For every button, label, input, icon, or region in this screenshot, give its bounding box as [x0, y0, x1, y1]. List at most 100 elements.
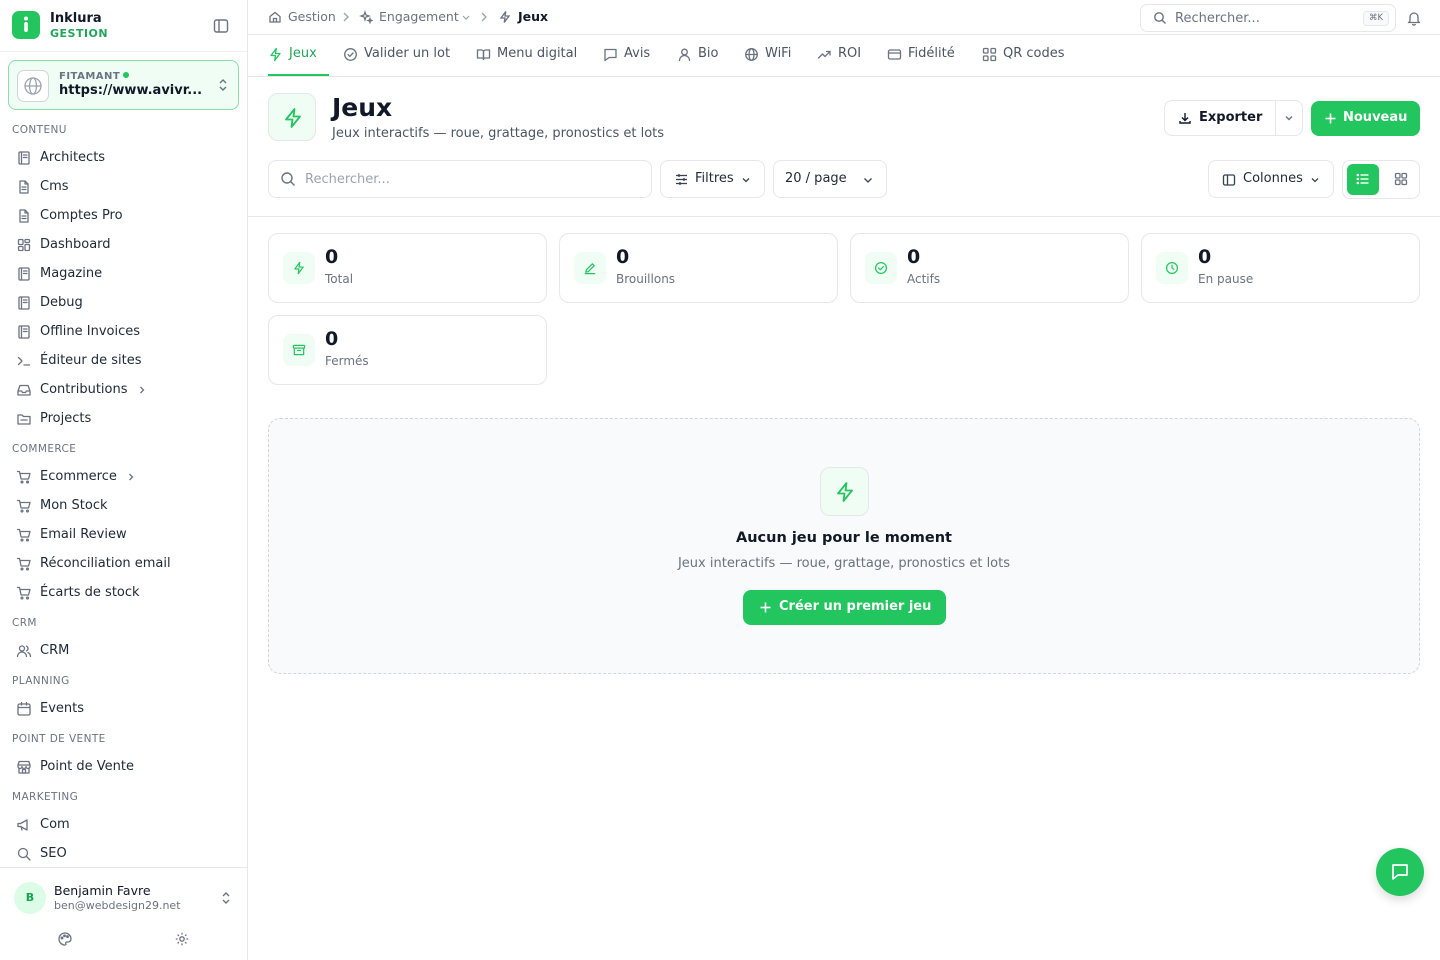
stat-value: 0	[325, 328, 339, 350]
sidebar-item[interactable]: Offline Invoices	[8, 319, 238, 345]
sidebar-item[interactable]: Écarts de stock	[8, 580, 238, 606]
new-button[interactable]: Nouveau	[1311, 101, 1420, 136]
grid-view-button[interactable]	[1385, 164, 1417, 195]
export-label: Exporter	[1199, 110, 1263, 125]
zap-icon	[283, 252, 315, 284]
list-search-input[interactable]	[305, 170, 625, 188]
user-name: Benjamin Favre	[54, 883, 151, 898]
sidebar-item[interactable]: SEO	[8, 841, 238, 867]
sidebar-item-label: Comptes Pro	[40, 208, 123, 223]
search-icon	[1153, 11, 1167, 25]
sidebar-section-title: POINT DE VENTE	[12, 733, 106, 745]
per-page-select[interactable]: 20 / page	[773, 160, 887, 198]
create-first-game-button[interactable]: Créer un premier jeu	[743, 590, 946, 625]
sidebar-item-label: Réconciliation email	[40, 556, 171, 571]
gear-icon[interactable]	[174, 931, 190, 947]
sidebar-section-title: CONTENU	[12, 124, 67, 136]
palette-icon[interactable]	[57, 931, 73, 947]
cart-icon	[16, 585, 32, 601]
sidebar-item[interactable]: Mon Stock	[8, 493, 238, 519]
stat-label: Fermés	[325, 354, 369, 368]
chat-button[interactable]	[1376, 848, 1424, 896]
sidebar-section-title: CRM	[12, 617, 37, 629]
sidebar-item-label: Com	[40, 817, 70, 832]
sidebar-item[interactable]: Point de Vente	[8, 754, 238, 780]
sidebar-item[interactable]: Éditeur de sites	[8, 348, 238, 374]
empty-title: Aucun jeu pour le moment	[736, 530, 952, 546]
sidebar-item[interactable]: Dashboard	[8, 232, 238, 258]
site-switcher[interactable]: FITAMANT https://www.avivr...	[8, 60, 239, 110]
user-menu[interactable]: B Benjamin Favre ben@webdesign29.net	[0, 867, 247, 960]
chevron-right-icon[interactable]	[136, 384, 148, 396]
sidebar-item[interactable]: CRM	[8, 638, 238, 664]
search-icon	[280, 171, 296, 187]
sidebar-item-label: Events	[40, 701, 85, 716]
sidebar: Inklura GESTION FITAMANT https://www.avi…	[0, 0, 248, 960]
trending-up-icon	[817, 47, 832, 62]
bell-icon[interactable]	[1406, 10, 1422, 26]
stat-card: 0 En pause	[1141, 233, 1420, 303]
plus-icon	[759, 601, 772, 614]
sidebar-item[interactable]: Debug	[8, 290, 238, 316]
columns-label: Colonnes	[1243, 171, 1303, 186]
sidebar-item[interactable]: Magazine	[8, 261, 238, 287]
sidebar-nav: CONTENU Architects Cms Comptes Pro Dashboard…	[0, 118, 247, 867]
breadcrumb-home[interactable]: Gestion	[288, 9, 336, 24]
cart-icon	[16, 527, 32, 543]
sidebar-item-label: CRM	[40, 643, 70, 658]
sidebar-item[interactable]: Réconciliation email	[8, 551, 238, 577]
zap-icon	[820, 467, 869, 516]
stat-card: 0 Fermés	[268, 315, 547, 385]
global-search-input[interactable]	[1175, 8, 1355, 28]
chevron-right-icon[interactable]	[125, 471, 137, 483]
empty-subtitle: Jeux interactifs — roue, grattage, prono…	[677, 556, 1011, 571]
list-search[interactable]	[268, 160, 652, 198]
brand[interactable]: Inklura GESTION	[12, 11, 236, 41]
sidebar-item-label: Architects	[40, 150, 106, 165]
sidebar-item[interactable]: Comptes Pro	[8, 203, 238, 229]
columns-button[interactable]: Colonnes	[1208, 160, 1334, 198]
sidebar-item-label: Projects	[40, 411, 92, 426]
cart-icon	[16, 498, 32, 514]
sidebar-item[interactable]: Com	[8, 812, 238, 838]
sidebar-section-title: MARKETING	[12, 791, 79, 803]
tab-label: QR codes	[1003, 46, 1065, 61]
sidebar-item[interactable]: Projects	[8, 406, 238, 432]
sidebar-item[interactable]: Email Review	[8, 522, 238, 548]
store-icon	[16, 759, 32, 775]
sidebar-item-label: Écarts de stock	[40, 585, 140, 600]
sidebar-item-label: Point de Vente	[40, 759, 135, 774]
page-subtitle: Jeux interactifs — roue, grattage, prono…	[332, 126, 665, 141]
sidebar-item[interactable]: Events	[8, 696, 238, 722]
sidebar-item-label: Ecommerce	[40, 469, 117, 484]
file-icon	[16, 179, 32, 195]
chevron-down-icon[interactable]	[461, 11, 471, 23]
plus-icon	[1324, 112, 1337, 125]
sidebar-item-label: Offline Invoices	[40, 324, 141, 339]
sidebar-item[interactable]: Architects	[8, 145, 238, 171]
sidebar-toggle-icon[interactable]	[212, 17, 230, 35]
list-icon	[1356, 173, 1369, 185]
shortcut-badge: ⌘K	[1363, 11, 1389, 26]
sidebar-section-title: COMMERCE	[12, 443, 77, 455]
page-zap-icon	[268, 93, 316, 141]
book-icon	[16, 150, 32, 166]
sidebar-item[interactable]: Contributions	[8, 377, 238, 403]
sidebar-section-title: PLANNING	[12, 675, 70, 687]
breadcrumb-section[interactable]: Engagement	[379, 9, 459, 24]
file-icon	[16, 208, 32, 224]
sidebar-item[interactable]: Cms	[8, 174, 238, 200]
sidebar-item[interactable]: Ecommerce	[8, 464, 238, 490]
global-search[interactable]: ⌘K	[1140, 4, 1396, 32]
export-button[interactable]: Exporter	[1165, 101, 1275, 135]
calendar-icon	[16, 701, 32, 717]
export-dropdown-button[interactable]	[1276, 101, 1303, 135]
stat-card: 0 Actifs	[850, 233, 1129, 303]
clock-icon	[1156, 252, 1188, 284]
list-view-button[interactable]	[1347, 164, 1379, 195]
sidebar-item-label: Magazine	[40, 266, 103, 281]
filters-button[interactable]: Filtres	[660, 160, 765, 198]
sidebar-item-label: Cms	[40, 179, 69, 194]
sidebar-divider	[0, 51, 247, 52]
brand-subtitle: GESTION	[50, 27, 109, 40]
